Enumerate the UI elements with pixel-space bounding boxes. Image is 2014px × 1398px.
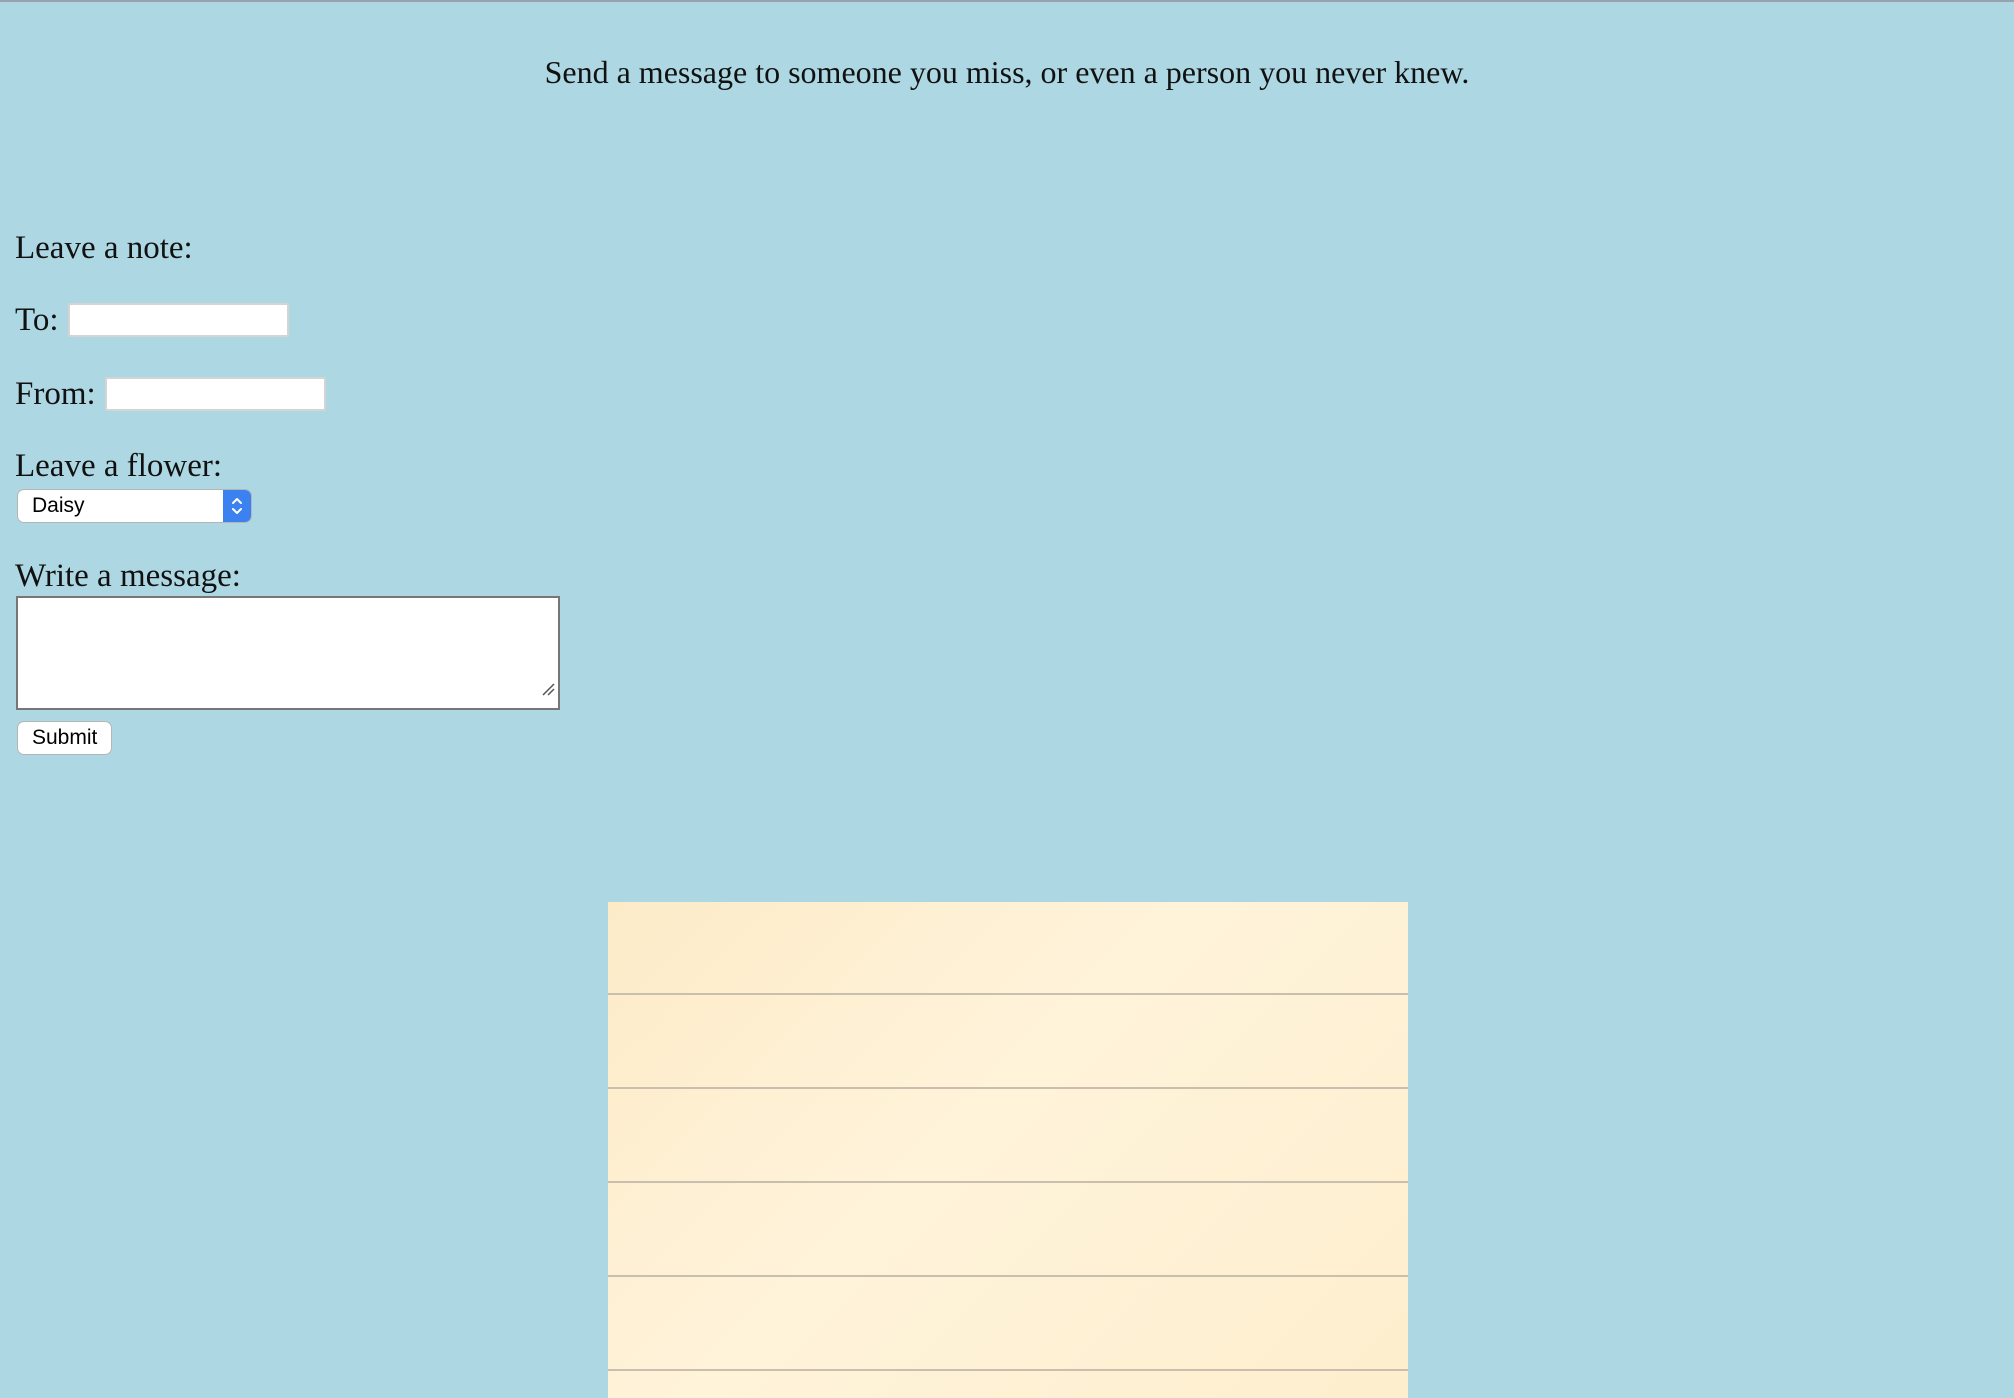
from-input[interactable] (104, 377, 326, 411)
from-label: From: (15, 376, 96, 412)
form-heading: Leave a note: (15, 230, 193, 266)
to-label: To: (15, 302, 59, 338)
lined-paper-note (608, 902, 1408, 1398)
submit-button[interactable]: Submit (17, 721, 113, 755)
window-top-edge (0, 0, 2014, 2)
flower-select[interactable]: Daisy (17, 489, 252, 523)
flower-label: Leave a flower: (15, 448, 223, 484)
chevron-up-down-icon (223, 490, 251, 522)
to-row: To: (15, 296, 289, 344)
page-tagline: Send a message to someone you miss, or e… (544, 54, 1470, 90)
to-input[interactable] (67, 303, 289, 337)
from-row: From: (15, 370, 326, 418)
message-label: Write a message: (15, 558, 241, 594)
flower-select-value: Daisy (32, 494, 85, 517)
message-textarea[interactable] (16, 596, 560, 710)
resize-grip-icon[interactable] (541, 668, 555, 705)
